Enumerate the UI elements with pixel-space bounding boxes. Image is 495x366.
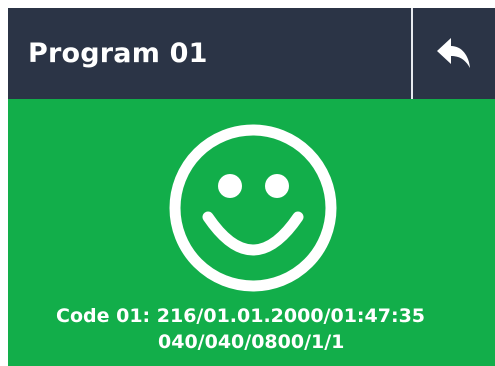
page-title: Program 01 (28, 38, 208, 69)
smiley-face-icon (169, 124, 337, 292)
header-bar: Program 01 (8, 8, 495, 99)
reply-arrow-icon (437, 38, 470, 68)
status-code-line-1: Code 01: 216/01.01.2000/01:47:35 (56, 305, 426, 327)
program-screen: Program 01 Code 01: 216/01.01.2000/01:47… (8, 8, 495, 366)
back-button[interactable] (414, 8, 495, 99)
header-divider (411, 8, 413, 99)
status-code-line-2: 040/040/0800/1/1 (158, 331, 345, 353)
